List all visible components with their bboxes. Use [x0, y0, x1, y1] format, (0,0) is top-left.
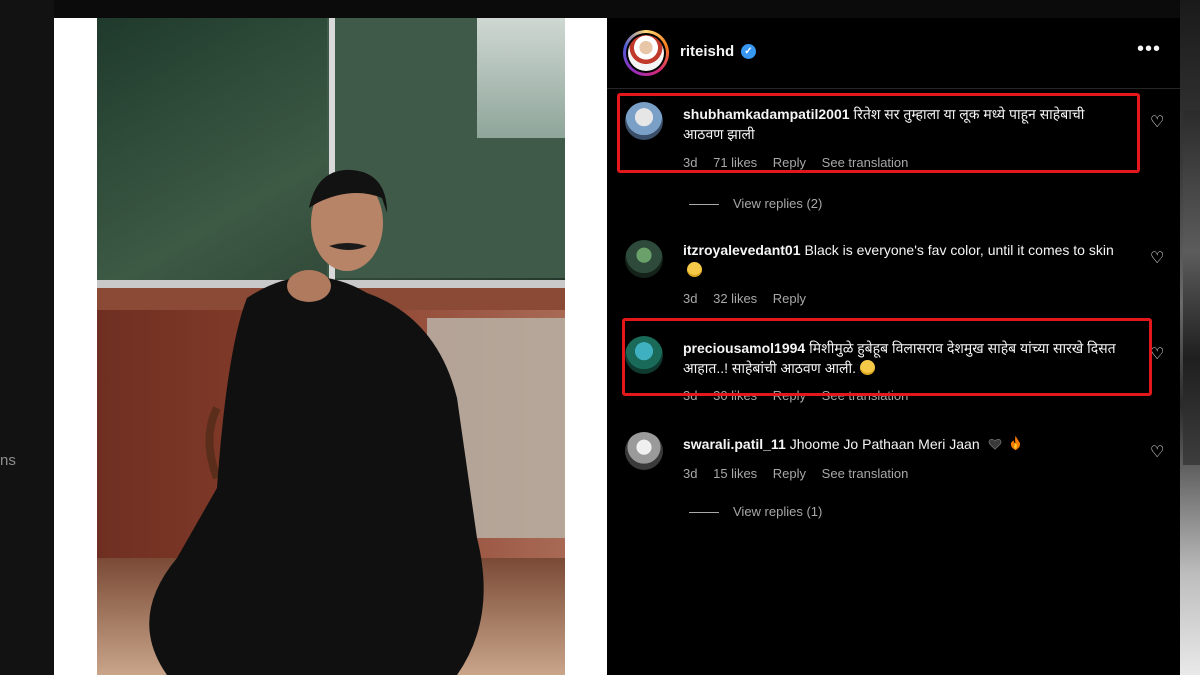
post-header: riteishd ✓ •••: [607, 18, 1180, 89]
reply-button[interactable]: Reply: [773, 291, 806, 306]
commenter-avatar[interactable]: [625, 432, 663, 470]
heart-icon[interactable]: ♡: [1150, 248, 1164, 268]
comment-likes[interactable]: 32 likes: [713, 291, 757, 306]
comment-meta: 3d 15 likes Reply See translation: [683, 466, 920, 481]
author-username[interactable]: riteishd: [680, 43, 734, 60]
comment-body: Black is everyone's fav color, until it …: [804, 242, 1114, 258]
heart-icon[interactable]: ♡: [1150, 442, 1164, 462]
post-photo: [97, 18, 565, 675]
comment-body: Jhoome Jo Pathaan Meri Jaan: [789, 436, 980, 452]
comment-age: 3d: [683, 291, 698, 306]
comment-likes[interactable]: 15 likes: [713, 466, 757, 481]
comment-age: 3d: [683, 466, 698, 481]
highlight-box: [617, 93, 1140, 173]
comment-username[interactable]: swarali.patil_11: [683, 436, 786, 452]
heart-icon[interactable]: ♡: [1150, 112, 1164, 132]
fire-emoji: [1011, 435, 1021, 451]
comment-text: swarali.patil_11 Jhoome Jo Pathaan Meri J…: [683, 434, 1123, 454]
more-options-icon[interactable]: •••: [1137, 38, 1161, 61]
heart-icon[interactable]: ♡: [1150, 344, 1164, 364]
view-replies-button[interactable]: View replies (2): [689, 196, 822, 211]
comment-meta: 3d 32 likes Reply: [683, 291, 818, 306]
comment-text: itzroyalevedant01 Black is everyone's fav…: [683, 240, 1123, 280]
author-avatar[interactable]: [623, 30, 669, 76]
see-translation-button[interactable]: See translation: [822, 466, 909, 481]
comment-username[interactable]: itzroyalevedant01: [683, 242, 801, 258]
comments-panel: riteishd ✓ ••• shubhamkadampatil2001 रिते…: [607, 18, 1180, 675]
view-replies-button[interactable]: View replies (1): [689, 504, 822, 519]
highlight-box: [622, 318, 1152, 396]
post-media-panel: ›: [54, 18, 647, 675]
background-partial-text: ns: [0, 452, 16, 469]
commenter-avatar[interactable]: [625, 240, 663, 278]
reply-button[interactable]: Reply: [773, 466, 806, 481]
post-photo-illustration: [97, 18, 565, 675]
verified-badge-icon: ✓: [741, 44, 756, 59]
background-left: [0, 0, 54, 675]
background-right-image: [1183, 110, 1200, 465]
neutral-face-emoji: [687, 262, 702, 277]
black-heart-emoji: [988, 438, 1001, 450]
